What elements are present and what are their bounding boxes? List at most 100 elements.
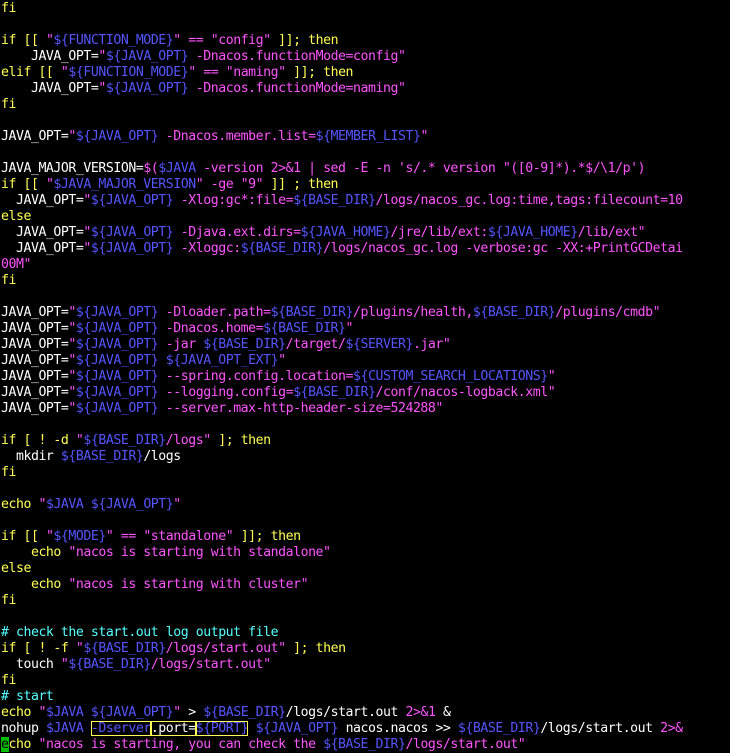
text-cursor: e xyxy=(1,737,9,752)
code-token: " xyxy=(83,225,91,240)
code-token: ${BASE_DIR} xyxy=(203,337,286,352)
code-line: 00M" xyxy=(1,257,730,273)
code-line: JAVA_OPT="${JAVA_OPT} --server.max-http-… xyxy=(1,401,730,417)
code-token: ${FUNCTION_MODE} xyxy=(53,33,174,48)
code-token: JAVA_OPT= xyxy=(1,129,69,144)
code-token: elif [[ xyxy=(1,65,61,80)
code-token: ${BASE_DIR} xyxy=(472,305,556,320)
code-token: /plugins/cmdb" xyxy=(555,305,661,320)
code-token: ]; then xyxy=(210,433,271,448)
code-token: ${BASE_DIR} xyxy=(323,737,406,752)
code-line: # check the start.out log output file xyxy=(1,625,730,641)
code-token: -Xloggc: xyxy=(173,241,241,256)
code-token: " xyxy=(38,497,46,512)
code-token: "nacos is starting with cluster" xyxy=(68,577,309,592)
code-token: ${JAVA_OPT} xyxy=(75,385,159,400)
code-token: JAVA_OPT= xyxy=(1,193,84,208)
code-line: JAVA_OPT="${JAVA_OPT} -Dnacos.functionMo… xyxy=(1,81,730,97)
code-token: " xyxy=(83,241,91,256)
code-token: $JAVA ${JAVA_OPT} xyxy=(45,705,174,720)
code-token: JAVA_OPT= xyxy=(1,353,69,368)
code-line: JAVA_OPT="${JAVA_OPT} --spring.config.lo… xyxy=(1,369,730,385)
code-token: " xyxy=(68,321,76,336)
code-token: JAVA_OPT= xyxy=(1,225,84,240)
code-token: JAVA_OPT= xyxy=(1,241,84,256)
code-token: /logs" xyxy=(165,433,211,448)
code-token: echo xyxy=(1,497,39,512)
code-line: fi xyxy=(1,673,730,689)
code-token: touch xyxy=(1,657,61,672)
code-token: $JAVA xyxy=(45,721,84,736)
code-token: ${JAVA_OPT_EXT} xyxy=(165,353,279,368)
code-token: /lib/ext" xyxy=(577,225,646,240)
code-token: --spring.config.location= xyxy=(158,369,354,384)
code-token: -Dnacos.home= xyxy=(158,321,264,336)
code-token: ${JAVA_OPT} xyxy=(75,369,159,384)
code-token: ${JAVA_OPT} xyxy=(105,81,189,96)
code-line: if [ ! -f "${BASE_DIR}/logs/start.out" ]… xyxy=(1,641,730,657)
code-token: JAVA_OPT= xyxy=(1,369,69,384)
code-line: JAVA_OPT="${JAVA_OPT} -Xlog:gc*:file=${B… xyxy=(1,193,730,209)
code-token: # start xyxy=(1,689,54,704)
code-token: fi xyxy=(1,673,16,688)
code-token: > xyxy=(180,705,204,720)
code-token: -Xlog:gc*:file= xyxy=(173,193,294,208)
code-token: " xyxy=(98,49,106,64)
code-token: " xyxy=(68,305,76,320)
code-token: --server.max-http-header-size=524288" xyxy=(158,401,444,416)
code-token: ${JAVA_OPT} xyxy=(75,401,159,416)
code-token: /logs/start.out" xyxy=(150,657,271,672)
code-token: JAVA_OPT= xyxy=(1,337,69,352)
code-token: ${BASE_DIR} xyxy=(293,385,376,400)
code-line: if [[ "$JAVA_MAJOR_VERSION" -ge "9" ]] ;… xyxy=(1,177,730,193)
code-token: " xyxy=(173,497,181,512)
code-token: " == "config" xyxy=(173,33,271,48)
code-line: fi xyxy=(1,97,730,113)
code-token: ${JAVA_HOME} xyxy=(300,225,391,240)
code-line: nohup $JAVA -Dserver.port=${PORT} ${JAVA… xyxy=(1,721,730,737)
code-token: 2>& xyxy=(660,721,683,736)
code-token: mkdir xyxy=(1,449,61,464)
code-token: ${CUSTOM_SEARCH_LOCATIONS} xyxy=(353,369,548,384)
code-line: # start xyxy=(1,689,730,705)
code-token: " xyxy=(68,385,76,400)
code-token: if [[ xyxy=(1,529,46,544)
code-line: JAVA_OPT="${JAVA_OPT} --logging.config=$… xyxy=(1,385,730,401)
code-token: if [[ xyxy=(1,177,46,192)
code-line: JAVA_OPT="${JAVA_OPT} ${JAVA_OPT_EXT}" xyxy=(1,353,730,369)
code-token: -version 2>&1 | sed -E -n 's/.* version … xyxy=(195,161,646,176)
code-token: 00M" xyxy=(1,257,31,272)
code-token: -Dloader.path= xyxy=(158,305,271,320)
code-token: echo xyxy=(1,577,69,592)
code-line: echo "nacos is starting with cluster" xyxy=(1,577,730,593)
code-token: $JAVA_MAJOR_VERSION xyxy=(53,177,196,192)
code-token: "nacos is starting with standalone" xyxy=(68,545,331,560)
code-line: else xyxy=(1,561,730,577)
code-line: echo "$JAVA ${JAVA_OPT}" xyxy=(1,497,730,513)
code-token: ${BASE_DIR} xyxy=(203,705,286,720)
code-token: else xyxy=(1,209,31,224)
code-token: ${JAVA_OPT} xyxy=(90,241,174,256)
code-token: ${BASE_DIR} xyxy=(263,321,346,336)
code-token: JAVA_MAJOR_VERSION= xyxy=(1,161,144,176)
code-token: " xyxy=(68,337,76,352)
code-token: fi xyxy=(1,1,16,16)
code-line: JAVA_OPT="${JAVA_OPT} -Dloader.path=${BA… xyxy=(1,305,730,321)
code-token: JAVA_OPT= xyxy=(1,321,69,336)
code-token: $JAVA ${JAVA_OPT} xyxy=(45,497,174,512)
code-token: /logs/start.out xyxy=(540,721,661,736)
code-line: if [[ "${MODE}" == "standalone" ]]; then xyxy=(1,529,730,545)
code-token: ${JAVA_OPT} xyxy=(90,193,174,208)
code-token: ]]; then xyxy=(233,529,301,544)
terminal-editor[interactable]: fi if [[ "${FUNCTION_MODE}" == "config" ]… xyxy=(1,1,730,753)
code-token: if [ ! -f xyxy=(1,641,76,656)
code-token: " xyxy=(68,369,76,384)
code-token: /logs/nacos_gc.log:time,tags:filecount=1… xyxy=(375,193,684,208)
